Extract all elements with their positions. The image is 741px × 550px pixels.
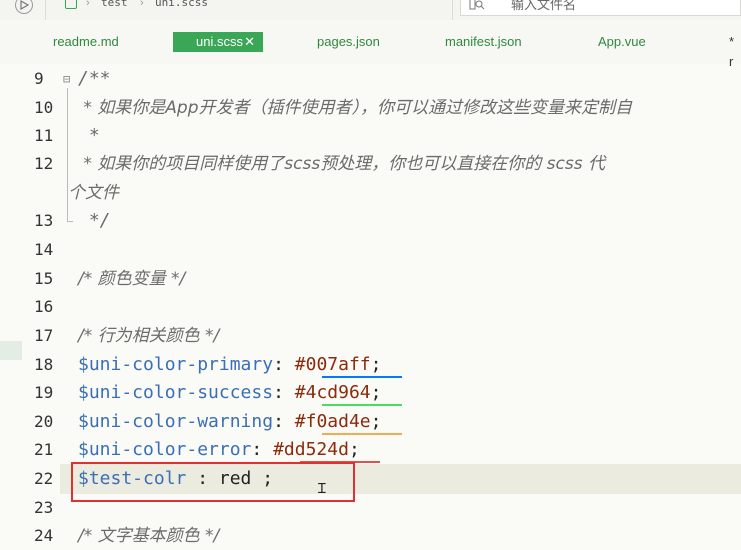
line-number: 18 (34, 355, 54, 374)
line-number: 17 (34, 326, 54, 345)
color-underline-warning (322, 433, 402, 435)
line-number: 16 (34, 297, 54, 316)
run-button[interactable] (15, 0, 33, 14)
breadcrumb-file[interactable]: uni.scss (155, 0, 208, 9)
line-number: 10 (34, 98, 54, 117)
search-placeholder: 输入文件名 (511, 0, 577, 12)
line-number: 15 (34, 269, 54, 288)
fold-toggle-icon[interactable]: ⊟ (63, 72, 70, 86)
breadcrumb-separator-icon: › (86, 0, 90, 9)
scss-variable: $uni-color-primary (78, 354, 274, 375)
semicolon: ; (370, 382, 382, 403)
line-number: 20 (34, 412, 54, 431)
color-value: #dd524d (273, 439, 349, 460)
code-line-10[interactable]: * 如果你是App开发者（插件使用者），你可以通过修改这些变量来定制自 (78, 94, 632, 122)
colon: : (273, 411, 284, 432)
tab-unsaved[interactable]: * r (729, 32, 741, 69)
tab-label: uni.scss (196, 34, 243, 49)
breadcrumb-separator-icon: › (140, 0, 144, 9)
scss-variable: $uni-color-warning (78, 411, 274, 432)
code-line-17[interactable]: /* 行为相关颜色 */ (78, 322, 219, 350)
color-value: #4cd964 (294, 382, 371, 403)
top-toolbar: › test › uni.scss 输入文件名 (0, 0, 741, 21)
scss-variable: $uni-color-success (78, 382, 274, 403)
colon: : (273, 382, 284, 403)
code-line-24[interactable]: /* 文字基本颜色 */ (78, 522, 219, 550)
code-line-12[interactable]: * 如果你的项目同样使用了scss预处理，你也可以直接在你的 scss 代 (78, 150, 605, 178)
color-value: #f0ad4e (294, 411, 371, 432)
semicolon: ; (348, 439, 360, 460)
toolbar-divider (45, 0, 46, 20)
play-icon (20, 0, 29, 10)
highlight-annotation-box (71, 462, 355, 502)
colon: : (273, 354, 284, 375)
line-number: 13 (34, 211, 54, 230)
text-cursor-icon: Ɪ (318, 481, 326, 497)
line-number: 12 (34, 154, 54, 173)
code-line-20[interactable]: $uni-color-warning: #f0ad4e; (78, 408, 381, 436)
line-number: 21 (34, 440, 54, 459)
close-icon[interactable]: ✕ (244, 32, 255, 52)
line-number: 11 (34, 126, 54, 145)
code-line-13[interactable]: */ (78, 207, 111, 235)
code-line-15[interactable]: /* 颜色变量 */ (78, 265, 185, 293)
tab-readme[interactable]: readme.md (53, 32, 119, 52)
code-line-21[interactable]: $uni-color-error: #dd524d; (78, 436, 360, 464)
file-search-input[interactable]: 输入文件名 (460, 0, 741, 16)
tab-uni-scss[interactable]: uni.scss ✕ (173, 32, 263, 52)
line-number: 24 (34, 526, 54, 545)
color-underline-success (322, 404, 402, 406)
search-icon (469, 0, 485, 10)
line-number: 9 (34, 69, 44, 88)
semicolon: ; (370, 354, 382, 375)
tab-pages-json[interactable]: pages.json (317, 32, 380, 52)
line-number: 22 (34, 469, 54, 488)
breadcrumb-project[interactable]: test (101, 0, 128, 9)
code-line-12-wrap[interactable]: 个文件 (68, 179, 119, 207)
fold-guide-end (67, 221, 73, 222)
tab-app-vue[interactable]: App.vue (598, 32, 646, 52)
code-line-19[interactable]: $uni-color-success: #4cd964; (78, 379, 381, 407)
code-line-11[interactable]: * (78, 122, 100, 150)
colon: : (251, 439, 263, 460)
code-line-18[interactable]: $uni-color-primary: #007aff; (78, 351, 381, 379)
toolbar-divider (452, 0, 453, 20)
project-icon (65, 0, 77, 9)
line-number: 23 (34, 498, 54, 517)
line-number: 14 (34, 240, 54, 259)
editor-tabbar: readme.md uni.scss ✕ pages.json manifest… (0, 20, 741, 69)
color-value: #007aff (294, 354, 371, 375)
scss-variable: $uni-color-error (78, 439, 252, 460)
color-underline-primary (322, 376, 402, 378)
semicolon: ; (370, 411, 382, 432)
code-line-9[interactable]: /** (78, 65, 111, 93)
line-number: 19 (34, 383, 54, 402)
tab-manifest-json[interactable]: manifest.json (445, 32, 522, 52)
